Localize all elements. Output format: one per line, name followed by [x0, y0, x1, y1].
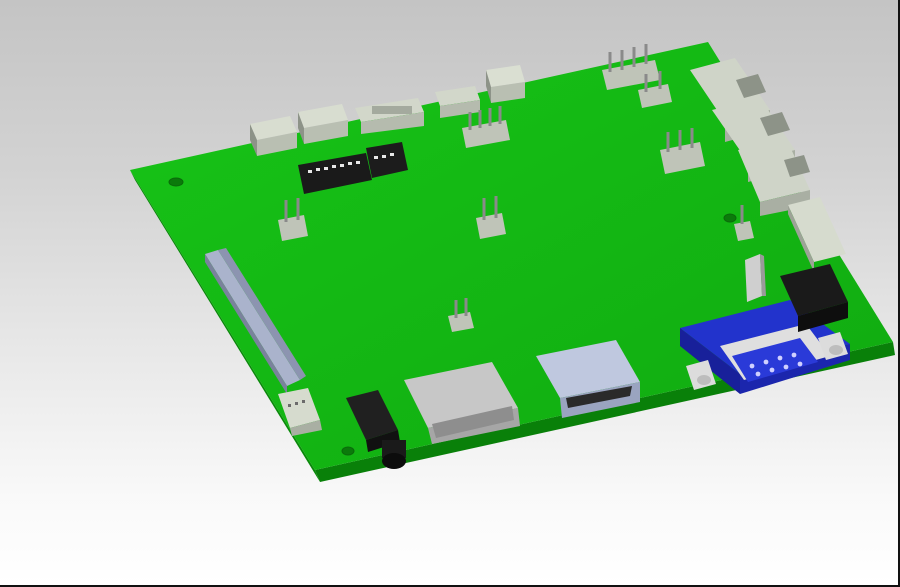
cad-viewport[interactable]: [0, 0, 900, 587]
mounting-hole: [341, 446, 355, 456]
mounting-hole: [168, 177, 184, 187]
header-connector: [486, 65, 525, 103]
mounting-hole: [723, 213, 737, 223]
shield-plate: [745, 254, 766, 302]
pcb-render: [130, 42, 895, 482]
